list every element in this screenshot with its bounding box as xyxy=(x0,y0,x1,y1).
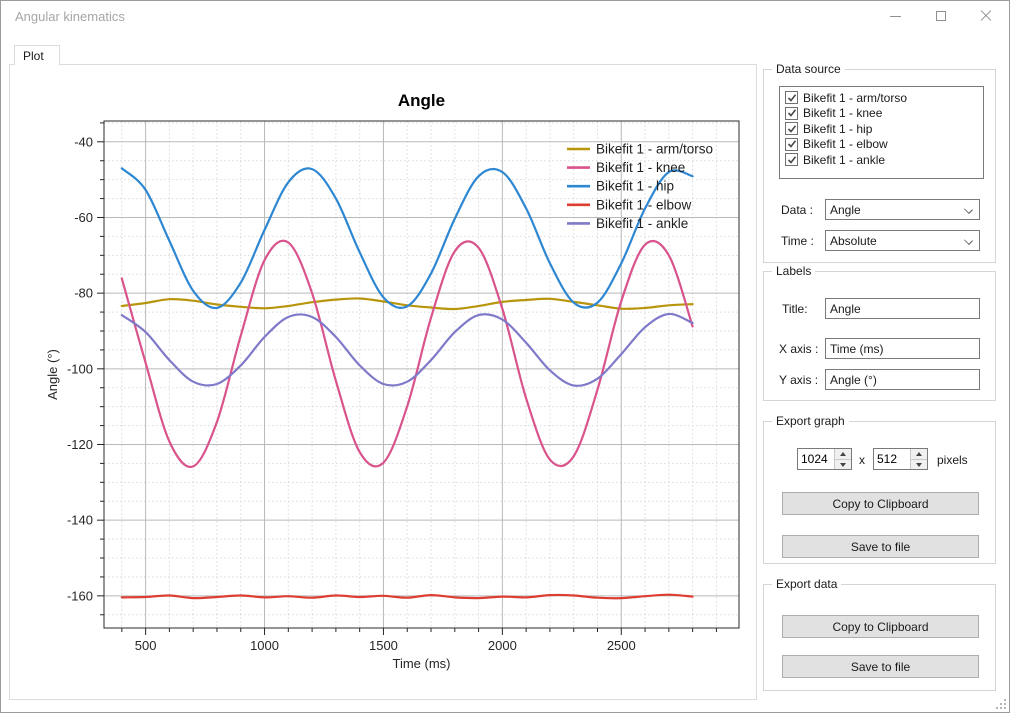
y-tick-label: -100 xyxy=(67,361,93,376)
angle-chart: 500 1000 1500 2000 2500 -160 -140 -120 -100 -80 -6… xyxy=(45,91,740,671)
x-tick-label: 2500 xyxy=(607,638,636,653)
checkbox-checked-icon[interactable] xyxy=(785,153,798,167)
x-tick-label: 2000 xyxy=(488,638,517,653)
legend-label: Bikefit 1 - ankle xyxy=(596,216,688,231)
data-dropdown-value: Angle xyxy=(830,202,861,217)
resize-grip[interactable] xyxy=(996,699,1006,709)
maximize-icon xyxy=(935,11,946,21)
x-tick-label: 1000 xyxy=(250,638,279,653)
export-height-stepper[interactable] xyxy=(873,448,928,470)
yaxis-field-label: Y axis : xyxy=(779,373,819,387)
tab-plot[interactable]: Plot xyxy=(14,45,60,65)
checkbox-checked-icon[interactable] xyxy=(785,106,798,120)
export-data-group-label: Export data xyxy=(772,577,842,591)
time-dropdown[interactable]: Absolute xyxy=(825,230,980,251)
chevron-down-icon xyxy=(964,205,973,214)
export-graph-copy-button[interactable]: Copy to Clipboard xyxy=(782,492,979,515)
checkbox-checked-icon[interactable] xyxy=(785,137,798,151)
export-width-stepper[interactable] xyxy=(797,448,852,470)
labels-group: Labels Title: X axis : Y axis : xyxy=(763,264,996,401)
dimensions-times-label: x xyxy=(859,453,865,467)
app-window: Angular kinematics Plot 500 1000 1500 2000 2… xyxy=(0,0,1010,713)
data-source-item[interactable]: Bikefit 1 - hip xyxy=(785,121,983,137)
data-source-group: Data source Bikefit 1 - arm/torso Bikefit… xyxy=(763,62,996,263)
data-source-item-label: Bikefit 1 - ankle xyxy=(803,152,886,167)
data-source-item[interactable]: Bikefit 1 - arm/torso xyxy=(785,90,983,106)
stepper-down-icon[interactable] xyxy=(835,458,851,469)
data-source-item[interactable]: Bikefit 1 - knee xyxy=(785,106,983,122)
legend-label: Bikefit 1 - elbow xyxy=(596,197,692,212)
close-icon xyxy=(980,10,992,22)
x-tick-label: 1500 xyxy=(369,638,398,653)
legend-label: Bikefit 1 - hip xyxy=(596,179,674,194)
pixels-label: pixels xyxy=(937,453,968,467)
data-source-group-label: Data source xyxy=(772,62,845,76)
export-graph-save-button[interactable]: Save to file xyxy=(782,535,979,558)
export-width-input[interactable] xyxy=(798,449,834,469)
data-source-item-label: Bikefit 1 - hip xyxy=(803,121,873,136)
data-source-item-label: Bikefit 1 - arm/torso xyxy=(803,90,908,105)
y-tick-label: -60 xyxy=(74,210,93,225)
chart-title: Angle xyxy=(398,91,445,110)
chevron-down-icon xyxy=(964,236,973,245)
time-dropdown-value: Absolute xyxy=(830,233,877,248)
data-source-item-label: Bikefit 1 - elbow xyxy=(803,137,888,152)
xaxis-field[interactable] xyxy=(825,338,980,359)
export-data-save-button[interactable]: Save to file xyxy=(782,655,979,678)
legend-label: Bikefit 1 - knee xyxy=(596,160,685,175)
title-field[interactable] xyxy=(825,298,980,319)
y-tick-label: -120 xyxy=(67,437,93,452)
stepper-buttons xyxy=(910,449,927,469)
y-tick-label: -140 xyxy=(67,513,93,528)
export-graph-group: Export graph x pixels Copy to Clipboard … xyxy=(763,414,996,564)
data-source-item[interactable]: Bikefit 1 - elbow xyxy=(785,137,983,153)
checkbox-checked-icon[interactable] xyxy=(785,122,798,136)
maximize-button[interactable] xyxy=(918,1,963,31)
xaxis-field-label: X axis : xyxy=(779,342,819,356)
minimize-icon xyxy=(890,15,901,17)
x-tick-label: 500 xyxy=(135,638,157,653)
data-source-item[interactable]: Bikefit 1 - ankle xyxy=(785,152,983,168)
labels-group-label: Labels xyxy=(772,264,816,278)
data-dropdown[interactable]: Angle xyxy=(825,199,980,220)
stepper-up-icon[interactable] xyxy=(911,449,927,459)
export-height-input[interactable] xyxy=(874,449,910,469)
export-graph-group-label: Export graph xyxy=(772,414,849,428)
data-dropdown-label: Data : xyxy=(781,203,814,217)
close-button[interactable] xyxy=(963,1,1008,31)
time-dropdown-label: Time : xyxy=(781,234,814,248)
window-title: Angular kinematics xyxy=(15,9,125,24)
y-tick-label: -40 xyxy=(74,134,93,149)
stepper-up-icon[interactable] xyxy=(835,449,851,459)
y-tick-label: -80 xyxy=(74,286,93,301)
data-source-item-label: Bikefit 1 - knee xyxy=(803,106,883,121)
title-field-label: Title: xyxy=(782,302,808,316)
checkbox-checked-icon[interactable] xyxy=(785,91,798,105)
titlebar: Angular kinematics xyxy=(1,1,1009,31)
series-line-elbow xyxy=(120,593,694,600)
x-axis-label: Time (ms) xyxy=(392,656,450,671)
stepper-down-icon[interactable] xyxy=(911,458,927,469)
export-data-copy-button[interactable]: Copy to Clipboard xyxy=(782,615,979,638)
y-tick-label: -160 xyxy=(67,588,93,603)
export-data-group: Export data Copy to Clipboard Save to fi… xyxy=(763,577,996,691)
minimize-button[interactable] xyxy=(873,1,918,31)
stepper-buttons xyxy=(834,449,851,469)
legend-label: Bikefit 1 - arm/torso xyxy=(596,142,713,157)
data-source-listbox[interactable]: Bikefit 1 - arm/torso Bikefit 1 - knee Bik… xyxy=(779,86,984,179)
y-axis-label: Angle (°) xyxy=(45,349,60,400)
yaxis-field[interactable] xyxy=(825,369,980,390)
